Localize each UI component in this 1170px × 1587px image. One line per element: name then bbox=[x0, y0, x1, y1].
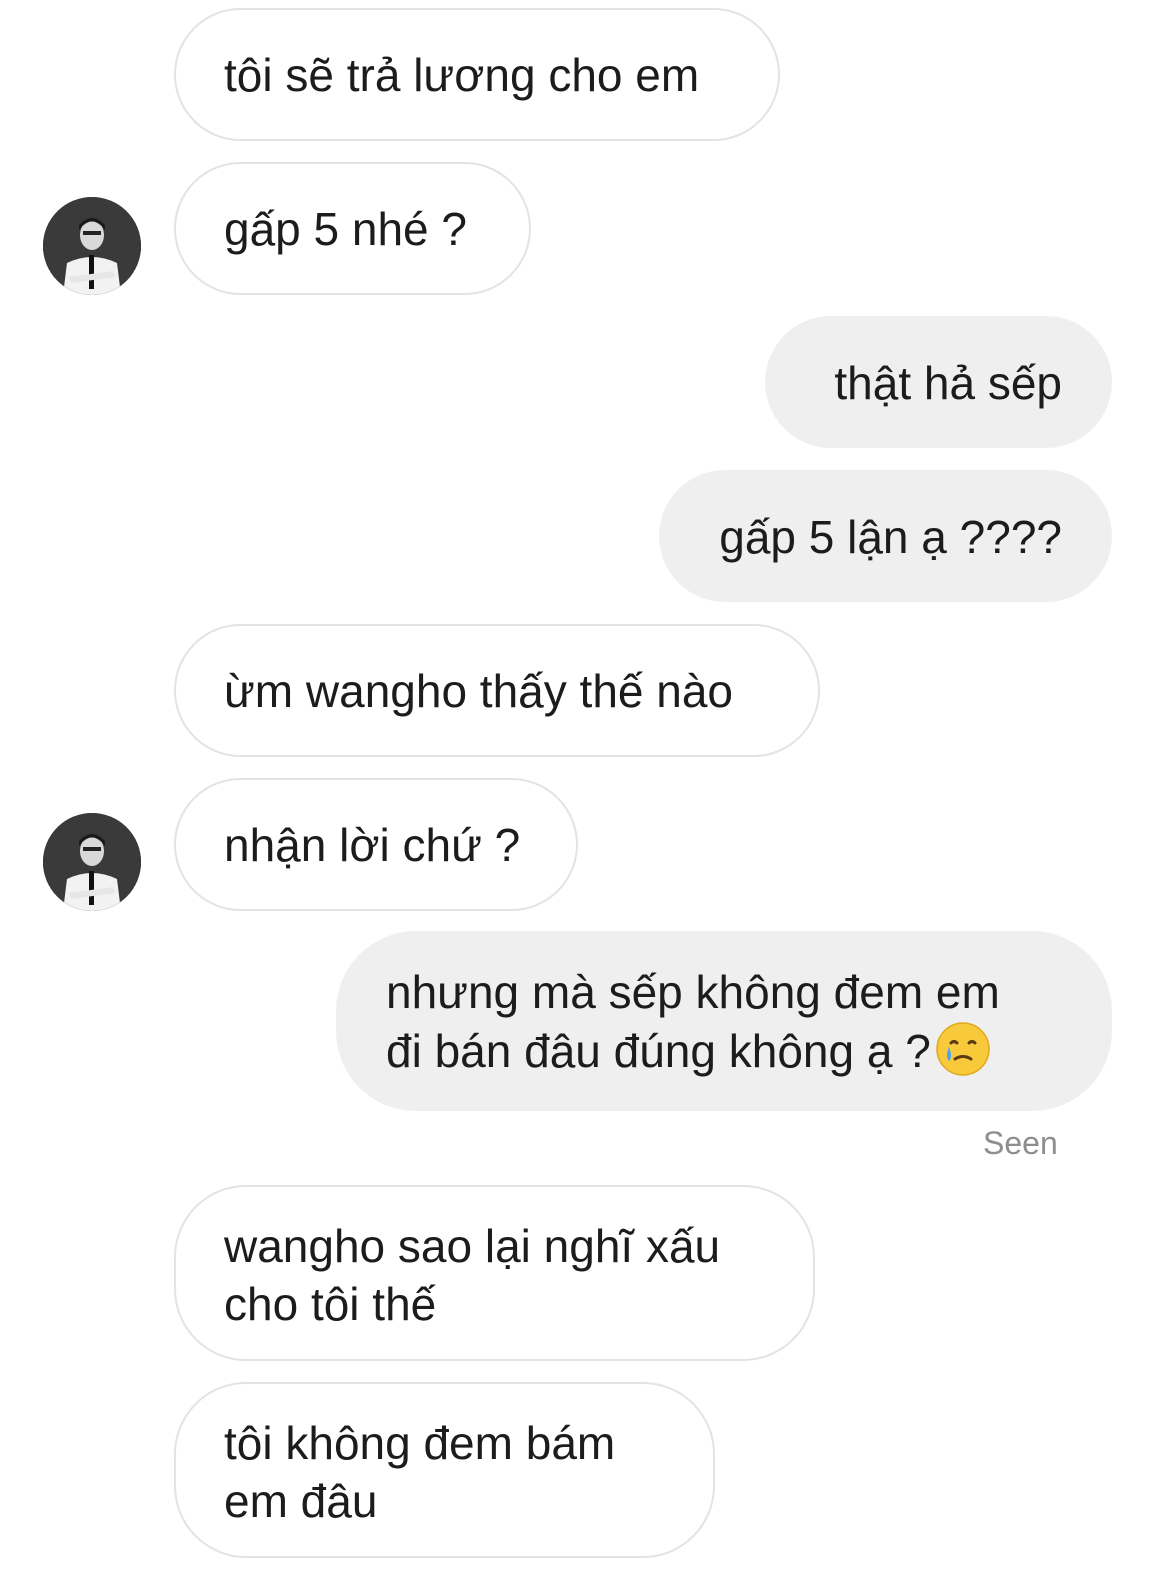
message-text: tôi sẽ trả lương cho em bbox=[224, 49, 700, 101]
message-text-line: đi bán đâu đúng không ạ ? bbox=[386, 1021, 1062, 1080]
received-message-bubble[interactable]: nhận lời chứ ? bbox=[174, 778, 578, 911]
received-message-bubble[interactable]: tôi không đem bám em đâu bbox=[174, 1382, 715, 1558]
message-text: nhưng mà sếp không đem em bbox=[386, 966, 1000, 1018]
message-text: đi bán đâu đúng không ạ ? bbox=[386, 1025, 931, 1077]
message-text: tôi không đem bám bbox=[224, 1417, 616, 1469]
message-text: thật hả sếp bbox=[834, 357, 1062, 409]
seen-status: Seen bbox=[983, 1125, 1058, 1161]
message-text: cho tôi thế bbox=[224, 1278, 437, 1330]
person-photo-icon bbox=[43, 813, 141, 911]
message-text: gấp 5 lận ạ ???? bbox=[719, 511, 1062, 563]
received-message-bubble[interactable]: tôi sẽ trả lương cho em bbox=[174, 8, 780, 141]
received-message-bubble[interactable]: ừm wangho thấy thế nào bbox=[174, 624, 820, 757]
profile-avatar[interactable] bbox=[43, 813, 141, 911]
received-message-bubble[interactable]: gấp 5 nhé ? bbox=[174, 162, 531, 295]
message-text: wangho sao lại nghĩ xấu bbox=[224, 1220, 721, 1272]
message-text: ừm wangho thấy thế nào bbox=[224, 665, 734, 717]
sent-message-bubble[interactable]: thật hả sếp bbox=[765, 316, 1112, 448]
message-text: em đâu bbox=[224, 1475, 378, 1527]
sent-message-bubble[interactable]: gấp 5 lận ạ ???? bbox=[659, 470, 1112, 602]
message-text: nhận lời chứ ? bbox=[224, 819, 521, 871]
sent-message-bubble[interactable]: nhưng mà sếp không đem em đi bán đâu đún… bbox=[336, 931, 1112, 1111]
profile-avatar[interactable] bbox=[43, 197, 141, 295]
person-photo-icon bbox=[43, 197, 141, 295]
message-text: gấp 5 nhé ? bbox=[224, 203, 468, 255]
crying-smile-emoji-icon bbox=[936, 1022, 990, 1076]
received-message-bubble[interactable]: wangho sao lại nghĩ xấu cho tôi thế bbox=[174, 1185, 815, 1361]
